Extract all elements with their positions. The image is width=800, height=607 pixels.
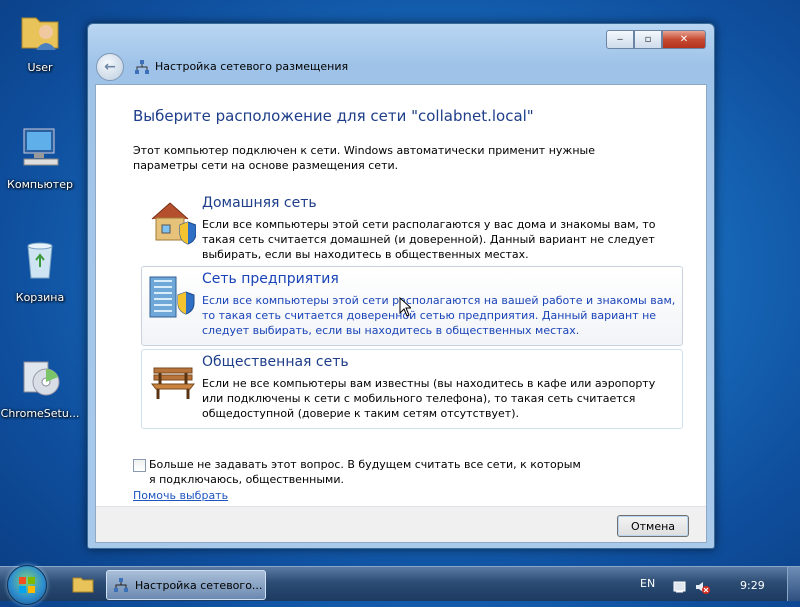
option-description: Если не все компьютеры вам известны (вы … <box>202 377 656 420</box>
start-button[interactable] <box>7 565 47 605</box>
taskbar-task-label: Настройка сетевого... <box>135 578 263 592</box>
park-bench-icon <box>150 367 196 399</box>
desktop-icon-recycle-bin[interactable]: Корзина <box>0 236 80 304</box>
action-center-icon[interactable] <box>672 579 688 595</box>
volume-muted-icon[interactable] <box>694 579 710 595</box>
window-title: Настройка сетевого размещения <box>155 60 349 73</box>
desktop-icon-computer[interactable]: Компьютер <box>0 123 80 191</box>
treat-all-public-checkbox[interactable] <box>133 459 146 472</box>
option-title: Сеть предприятия <box>202 271 339 287</box>
office-building-icon <box>149 276 195 318</box>
desktop-icon-user[interactable]: User <box>0 6 80 74</box>
help-me-choose-link[interactable]: Помочь выбрать <box>133 489 228 502</box>
close-button[interactable]: ✕ <box>662 30 706 49</box>
desktop-icon-label: Корзина <box>15 291 65 304</box>
back-arrow-icon: ← <box>104 59 116 75</box>
computer-icon <box>23 128 59 166</box>
house-icon <box>151 202 196 245</box>
cancel-button[interactable]: Отмена <box>617 515 689 537</box>
recycle-bin-icon <box>27 242 53 279</box>
window-controls: ‒ ▫ ✕ <box>606 30 706 49</box>
network-icon <box>135 60 149 74</box>
option-public-network[interactable]: Общественная сеть Если не все компьютеры… <box>141 349 683 429</box>
network-icon <box>114 578 128 592</box>
show-desktop-button[interactable] <box>787 567 800 601</box>
language-indicator[interactable]: EN <box>640 577 655 590</box>
taskbar-task-network-setup[interactable]: Настройка сетевого... <box>106 570 266 600</box>
minimize-button[interactable]: ‒ <box>606 30 634 49</box>
user-folder-icon <box>21 17 59 50</box>
intro-text: Этот компьютер подключен к сети. Windows… <box>133 144 595 172</box>
desktop-icon-label: ChromeSetu... <box>0 407 80 420</box>
desktop-icon-label: Компьютер <box>7 178 73 191</box>
option-work-network[interactable]: Сеть предприятия Если все компьютеры это… <box>141 266 683 346</box>
desktop-icon-chromesetup[interactable]: ChromeSetu... <box>0 352 80 420</box>
checkbox-label: Больше не задавать этот вопрос. В будуще… <box>149 458 581 486</box>
dialog-footer: Отмена <box>96 506 706 542</box>
installer-icon <box>23 361 60 396</box>
desktop-icon-label: User <box>27 61 53 74</box>
option-home-network[interactable]: Домашняя сеть Если все компьютеры этой с… <box>141 190 683 270</box>
clock[interactable]: 9:29 <box>740 579 765 592</box>
network-location-window: ‒ ▫ ✕ ← Настройка сетевого размещения Вы… <box>87 23 715 549</box>
page-title: Выберите расположение для сети "collabne… <box>133 107 534 125</box>
option-title: Домашняя сеть <box>202 195 317 211</box>
taskbar-explorer-button[interactable] <box>65 570 101 598</box>
option-description: Если все компьютеры этой сети располагаю… <box>202 218 656 261</box>
windows-logo-icon <box>19 577 35 593</box>
mouse-cursor-icon <box>399 297 411 317</box>
option-title: Общественная сеть <box>202 354 349 370</box>
back-button[interactable]: ← <box>96 53 124 81</box>
folder-icon <box>72 577 94 593</box>
option-description: Если все компьютеры этой сети располагаю… <box>202 294 676 337</box>
maximize-button[interactable]: ▫ <box>634 30 662 49</box>
taskbar: Настройка сетевого... EN 9:29 <box>0 565 800 605</box>
